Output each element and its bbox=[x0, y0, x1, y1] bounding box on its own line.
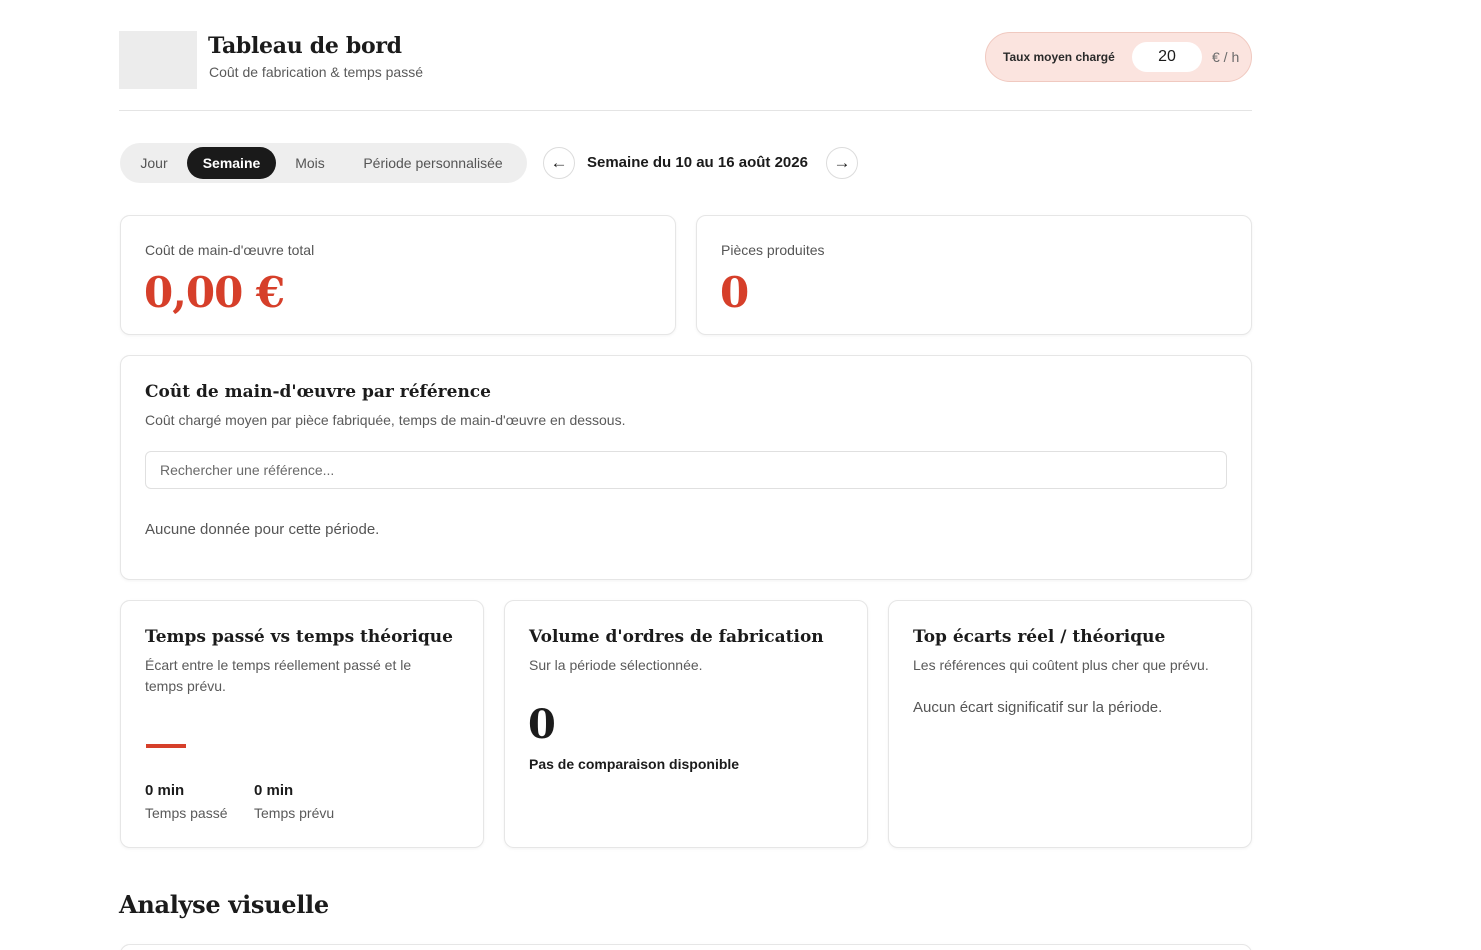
time-spent-label: Temps passé bbox=[145, 805, 228, 821]
arrow-right-icon: → bbox=[833, 153, 851, 172]
tab-custom-period[interactable]: Période personnalisée bbox=[346, 147, 520, 179]
orders-volume-card: Volume d'ordres de fabrication Sur la pé… bbox=[504, 600, 868, 848]
period-label: Semaine du 10 au 16 août 2026 bbox=[587, 154, 808, 171]
card-title: Temps passé vs temps théorique bbox=[145, 627, 453, 647]
time-spent-value: 0 min bbox=[145, 782, 185, 799]
hourly-rate-unit: € / h bbox=[1212, 49, 1240, 65]
hourly-rate-box: Taux moyen chargé € / h bbox=[985, 32, 1252, 82]
tab-week[interactable]: Semaine bbox=[187, 147, 276, 179]
card-title: Volume d'ordres de fabrication bbox=[529, 627, 824, 647]
visual-analysis-card bbox=[120, 944, 1252, 950]
next-period-button[interactable]: → bbox=[826, 147, 858, 179]
kpi-value: 0 bbox=[720, 268, 749, 317]
card-subtitle-line: temps prévu. bbox=[145, 678, 226, 694]
kpi-value: 0,00 € bbox=[144, 268, 285, 317]
kpi-label: Pièces produites bbox=[721, 242, 825, 258]
cost-by-reference-card: Coût de main-d'œuvre par référence Coût … bbox=[120, 355, 1252, 580]
section-title: Analyse visuelle bbox=[119, 890, 329, 919]
reference-search-input[interactable] bbox=[145, 451, 1227, 489]
kpi-pieces-card: Pièces produites 0 bbox=[696, 215, 1252, 335]
card-subtitle: Les références qui coûtent plus cher que… bbox=[913, 657, 1209, 673]
empty-state: Aucun écart significatif sur la période. bbox=[913, 699, 1163, 716]
tab-month[interactable]: Mois bbox=[283, 147, 337, 179]
tab-day[interactable]: Jour bbox=[128, 147, 180, 179]
orders-count: 0 bbox=[528, 701, 556, 748]
card-subtitle: Sur la période sélectionnée. bbox=[529, 657, 703, 673]
card-subtitle: Écart entre le temps réellement passé et… bbox=[145, 655, 411, 697]
empty-state: Aucune donnée pour cette période. bbox=[145, 521, 380, 538]
period-tabs: Jour Semaine Mois Période personnalisée bbox=[120, 143, 527, 183]
page-header: Tableau de bord Coût de fabrication & te… bbox=[119, 31, 1252, 111]
kpi-labor-cost-card: Coût de main-d'œuvre total 0,00 € bbox=[120, 215, 676, 335]
hourly-rate-label: Taux moyen chargé bbox=[1003, 50, 1115, 64]
empty-value-dash bbox=[146, 744, 186, 748]
kpi-label: Coût de main-d'œuvre total bbox=[145, 242, 315, 258]
arrow-left-icon: ← bbox=[550, 153, 568, 172]
page-title: Tableau de bord bbox=[208, 33, 402, 59]
card-subtitle-line: Écart entre le temps réellement passé et… bbox=[145, 657, 412, 673]
time-planned-label: Temps prévu bbox=[254, 805, 335, 821]
card-title: Coût de main-d'œuvre par référence bbox=[145, 382, 491, 402]
logo-placeholder bbox=[119, 31, 197, 89]
page-subtitle: Coût de fabrication & temps passé bbox=[209, 64, 424, 80]
comparison-note: Pas de comparaison disponible bbox=[529, 756, 740, 772]
time-comparison-card: Temps passé vs temps théorique Écart ent… bbox=[120, 600, 484, 848]
card-title: Top écarts réel / théorique bbox=[913, 627, 1166, 647]
card-subtitle: Coût chargé moyen par pièce fabriquée, t… bbox=[145, 412, 626, 428]
hourly-rate-input[interactable] bbox=[1132, 42, 1202, 72]
previous-period-button[interactable]: ← bbox=[543, 147, 575, 179]
time-planned-value: 0 min bbox=[254, 782, 294, 799]
top-gaps-card: Top écarts réel / théorique Les référenc… bbox=[888, 600, 1252, 848]
